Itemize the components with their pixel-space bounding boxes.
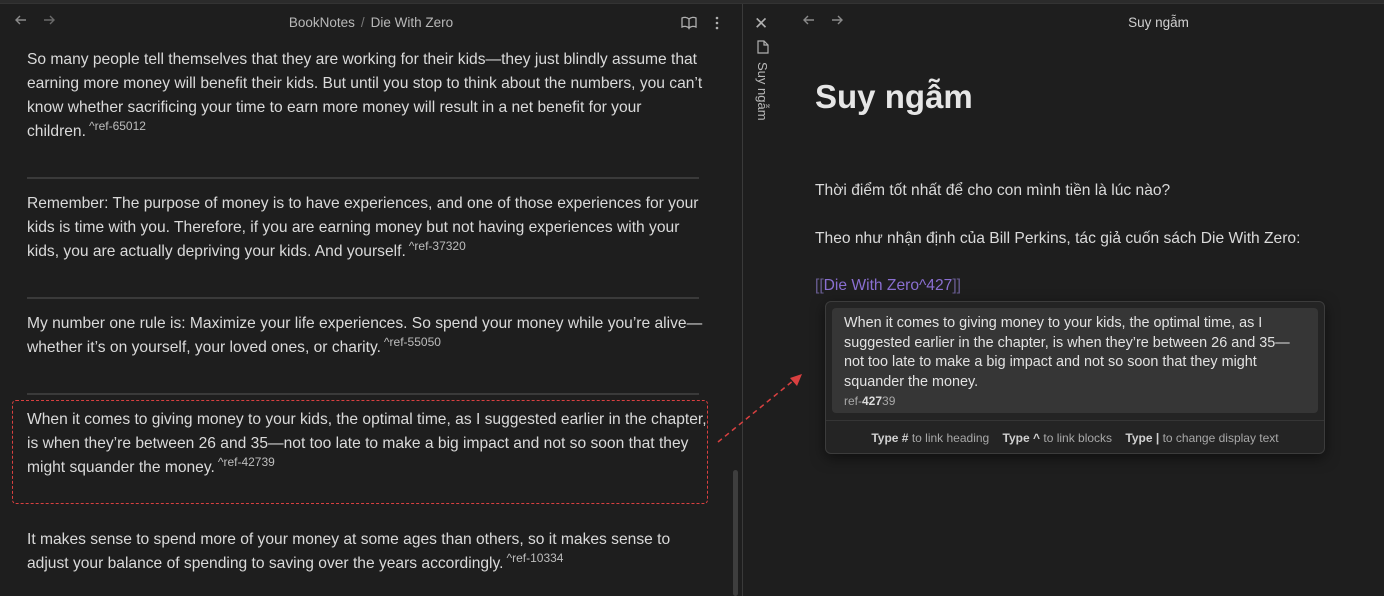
quote-block-highlighted[interactable]: When it comes to giving money to your ki… xyxy=(27,408,707,480)
horizontal-rule xyxy=(27,393,699,395)
close-icon[interactable]: ✕ xyxy=(754,14,768,34)
note-title[interactable]: Suy ngẫm xyxy=(815,78,973,116)
breadcrumb: BookNotes / Die With Zero xyxy=(0,15,742,30)
note-content[interactable]: So many people tell themselves that they… xyxy=(0,42,734,596)
left-header: BookNotes / Die With Zero xyxy=(0,4,742,42)
annotation-arrow-icon xyxy=(717,374,802,443)
quote-text: It makes sense to spend more of your mon… xyxy=(27,531,671,572)
link-text[interactable]: Die With Zero^427 xyxy=(824,277,953,294)
breadcrumb-file[interactable]: Die With Zero xyxy=(371,15,454,30)
hint-display-text: Type | to change display text xyxy=(1125,431,1279,445)
block-ref: ^ref-37320 xyxy=(408,239,466,253)
link-close-bracket: ]] xyxy=(952,277,961,294)
quote-block[interactable]: My number one rule is: Maximize your lif… xyxy=(27,312,707,360)
block-ref: ^ref-42739 xyxy=(217,455,275,469)
horizontal-rule xyxy=(27,297,699,299)
scrollbar-thumb[interactable] xyxy=(733,470,738,596)
quote-block[interactable]: Remember: The purpose of money is to hav… xyxy=(27,192,707,264)
stacked-tab-title[interactable]: Suy ngẫm xyxy=(755,62,770,121)
link-suggestion-popup: When it comes to giving money to your ki… xyxy=(825,301,1325,454)
breadcrumb-separator: / xyxy=(360,15,365,30)
quote-text: When it comes to giving money to your ki… xyxy=(27,411,707,476)
reading-view-icon[interactable] xyxy=(680,14,698,32)
file-icon xyxy=(757,40,769,54)
wikilink-input[interactable]: [[Die With Zero^427]] xyxy=(815,277,961,295)
stacked-tab-strip: ✕ Suy ngẫm xyxy=(743,4,783,596)
link-open-bracket: [[ xyxy=(815,277,824,294)
right-pane: Suy ngẫm Suy ngẫm Thời điểm tốt nhất để … xyxy=(783,4,1384,596)
quote-block[interactable]: It makes sense to spend more of your mon… xyxy=(27,528,707,576)
quote-block[interactable]: So many people tell themselves that they… xyxy=(27,48,707,144)
block-ref: ^ref-55050 xyxy=(383,335,441,349)
quote-text: My number one rule is: Maximize your lif… xyxy=(27,315,703,356)
hint-blocks: Type ^ to link blocks xyxy=(1002,431,1113,445)
popup-hints: Type # to link heading Type ^ to link bl… xyxy=(826,431,1324,445)
suggestion-ref: ref-42739 xyxy=(844,394,896,408)
suggestion-text: When it comes to giving money to your ki… xyxy=(844,315,1290,390)
left-pane: BookNotes / Die With Zero So many people t… xyxy=(0,4,742,596)
popup-separator xyxy=(826,420,1324,421)
paragraph[interactable]: Theo như nhận định của Bill Perkins, tác… xyxy=(815,230,1300,248)
breadcrumb-folder[interactable]: BookNotes xyxy=(289,15,355,30)
block-ref: ^ref-10334 xyxy=(506,551,564,565)
suggestion-item[interactable]: When it comes to giving money to your ki… xyxy=(832,308,1318,413)
quote-text: Remember: The purpose of money is to hav… xyxy=(27,195,699,260)
more-options-icon[interactable] xyxy=(708,14,726,32)
block-ref: ^ref-65012 xyxy=(88,119,146,133)
tab-title: Suy ngẫm xyxy=(1128,15,1189,30)
paragraph[interactable]: Thời điểm tốt nhất để cho con mình tiền … xyxy=(815,182,1170,200)
hint-heading: Type # to link heading xyxy=(871,431,990,445)
horizontal-rule xyxy=(27,177,699,179)
